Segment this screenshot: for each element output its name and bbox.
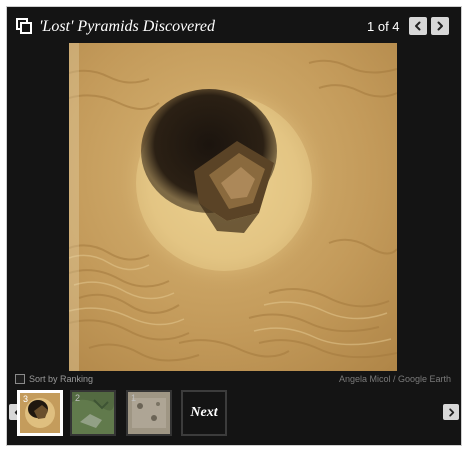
thumbnail-2[interactable]: 2 xyxy=(70,390,116,436)
chevron-right-icon xyxy=(448,407,454,417)
gallery-icon xyxy=(16,18,32,34)
thumbnail-number: 1 xyxy=(131,393,137,403)
chevron-left-icon xyxy=(415,21,421,31)
satellite-photo xyxy=(69,43,397,371)
slide-counter: 1 of 4 xyxy=(367,19,400,34)
sort-by-ranking-toggle[interactable]: Sort by Ranking xyxy=(15,374,93,384)
chevron-right-icon xyxy=(437,21,443,31)
next-label: Next xyxy=(190,405,218,420)
thumbnail-number: 2 xyxy=(75,393,81,403)
next-thumbnails-button[interactable]: Next xyxy=(181,390,227,436)
thumbnail-1[interactable]: 1 xyxy=(126,390,172,436)
sort-checkbox[interactable] xyxy=(15,374,25,384)
next-slide-button[interactable] xyxy=(431,17,449,35)
previous-slide-button[interactable] xyxy=(409,17,427,35)
sort-label: Sort by Ranking xyxy=(29,374,94,384)
thumbnail-3[interactable]: 3 xyxy=(17,390,63,436)
slideshow-title: 'Lost' Pyramids Discovered xyxy=(39,18,216,35)
thumbnail-number: 3 xyxy=(23,394,29,404)
photo-credit: Angela Micol / Google Earth xyxy=(338,374,451,384)
thumbnails-next-button[interactable] xyxy=(443,404,459,420)
slideshow-widget: 'Lost' Pyramids Discovered 1 of 4 Sort b… xyxy=(6,6,462,446)
